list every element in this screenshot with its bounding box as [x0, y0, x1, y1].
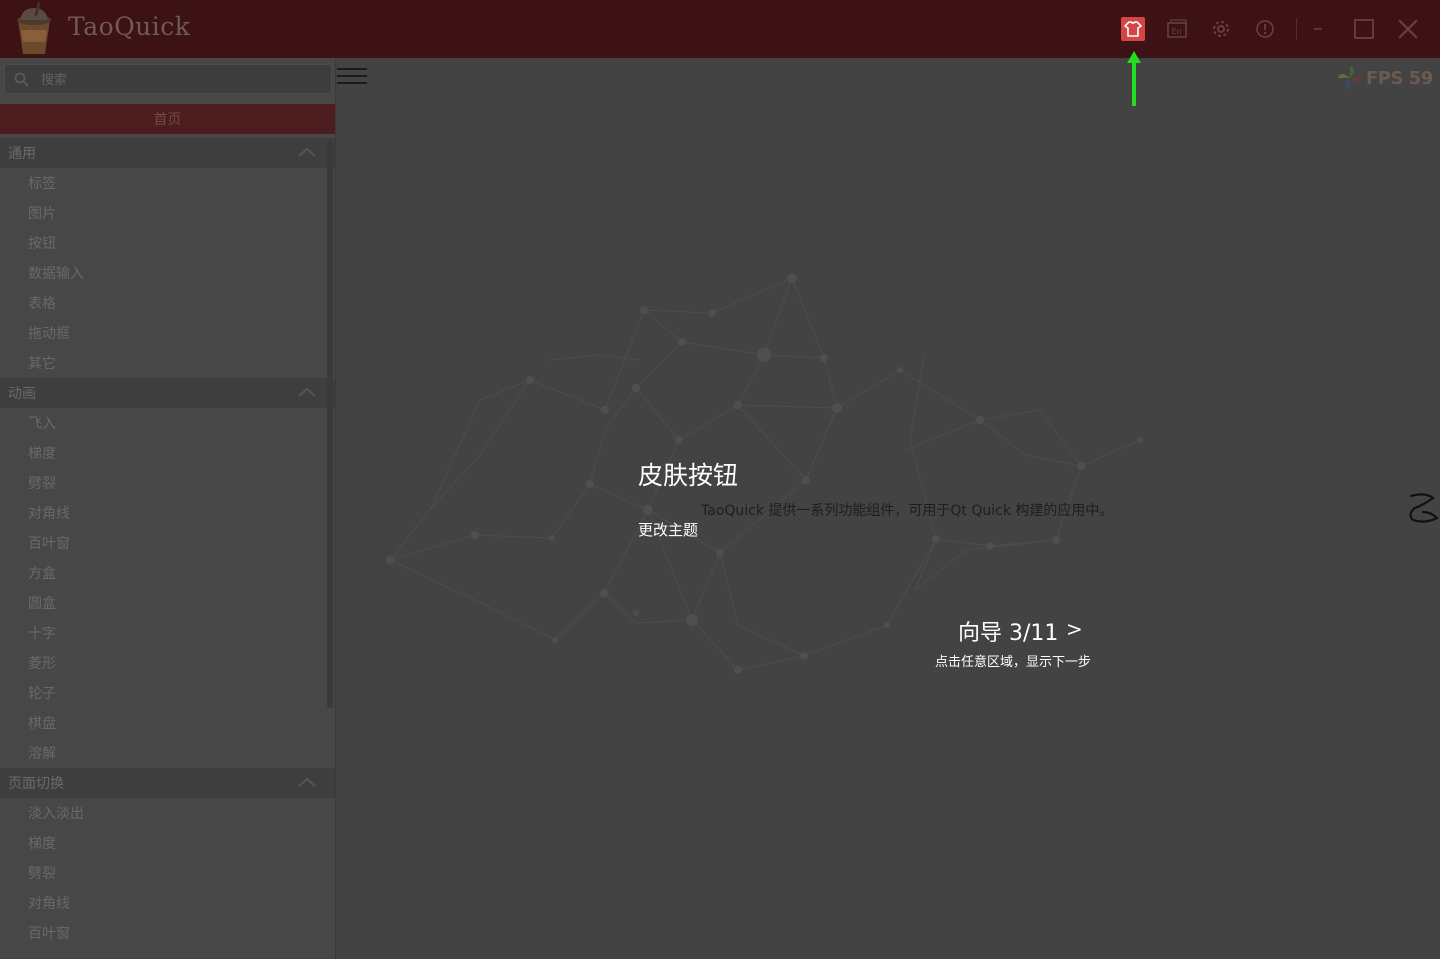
sidebar-menu: 通用 标签 图片 按钮 数据输入 表格 拖动框 其它 动画 飞入 梯度 劈裂 对… — [0, 138, 335, 948]
sidebar-scrollbar[interactable] — [327, 138, 333, 708]
hamburger-bar — [337, 82, 367, 84]
settings-button[interactable] — [1206, 14, 1236, 44]
sidebar-item[interactable]: 圆盒 — [0, 588, 335, 618]
svg-text:En: En — [1172, 27, 1182, 36]
sidebar-item[interactable]: 对角线 — [0, 498, 335, 528]
group-title: 页面切换 — [8, 776, 64, 792]
language-icon: En — [1167, 19, 1187, 38]
group-header-animation[interactable]: 动画 — [0, 378, 335, 408]
floating-ribbon-icon[interactable] — [1405, 490, 1440, 526]
guide-hint: 点击任意区域，显示下一步 — [935, 655, 1092, 670]
sidebar-item[interactable]: 表格 — [0, 288, 335, 318]
maximize-button[interactable] — [1349, 14, 1379, 44]
sidebar-item[interactable]: 百叶窗 — [0, 918, 335, 948]
sidebar-item[interactable]: 数据输入 — [0, 258, 335, 288]
minimize-button[interactable] — [1305, 14, 1335, 44]
sidebar-item[interactable]: 劈裂 — [0, 858, 335, 888]
sidebar-item[interactable]: 方盒 — [0, 558, 335, 588]
fps-label: FPS 59 — [1366, 67, 1433, 89]
sidebar-item[interactable]: 其它 — [0, 348, 335, 378]
title-bar: TaoQuick En — [0, 0, 1440, 58]
group-title: 通用 — [8, 146, 36, 162]
group-title: 动画 — [8, 386, 36, 402]
skin-button[interactable] — [1118, 14, 1148, 44]
sidebar-item-home[interactable]: 首页 — [0, 104, 335, 134]
sidebar: 首页 通用 标签 图片 按钮 数据输入 表格 拖动框 其它 动画 飞入 梯度 劈… — [0, 58, 336, 959]
guide-arrow-icon — [1127, 51, 1141, 106]
sidebar-item[interactable]: 溶解 — [0, 738, 335, 768]
guide-description: TaoQuick 提供一系列功能组件，可用于Qt Quick 构建的应用中。 — [701, 503, 1114, 519]
sidebar-item[interactable]: 按钮 — [0, 228, 335, 258]
skin-icon — [1121, 17, 1145, 41]
sidebar-item[interactable]: 对角线 — [0, 888, 335, 918]
network-background — [386, 273, 1143, 674]
sidebar-item[interactable]: 淡入淡出 — [0, 798, 335, 828]
sidebar-item[interactable]: 百叶窗 — [0, 528, 335, 558]
sidebar-item[interactable]: 飞入 — [0, 408, 335, 438]
search-box — [4, 64, 332, 94]
sidebar-item[interactable]: 图片 — [0, 198, 335, 228]
close-icon — [1398, 19, 1418, 39]
sidebar-item[interactable]: 标签 — [0, 168, 335, 198]
chevron-up-icon — [298, 777, 316, 787]
guide-next-button[interactable]: > — [1066, 617, 1083, 641]
group-header-page-transition[interactable]: 页面切换 — [0, 768, 335, 798]
sidebar-item[interactable]: 梯度 — [0, 828, 335, 858]
language-button[interactable]: En — [1162, 14, 1192, 44]
maximize-icon — [1354, 19, 1374, 39]
sidebar-item[interactable]: 拖动框 — [0, 318, 335, 348]
group-header-general[interactable]: 通用 — [0, 138, 335, 168]
sidebar-item[interactable]: 劈裂 — [0, 468, 335, 498]
search-input[interactable] — [39, 68, 323, 92]
info-button[interactable] — [1250, 14, 1280, 44]
sidebar-item[interactable]: 梯度 — [0, 438, 335, 468]
info-icon — [1256, 20, 1274, 38]
guide-detail-label: 更改主题 — [638, 521, 699, 539]
chevron-up-icon — [298, 147, 316, 157]
fps-indicator: FPS 59 — [1336, 64, 1433, 92]
sidebar-item[interactable]: 十字 — [0, 618, 335, 648]
hamburger-bar — [337, 75, 367, 77]
minimize-icon — [1314, 28, 1322, 30]
sidebar-item[interactable]: 棋盘 — [0, 708, 335, 738]
titlebar-divider — [1296, 18, 1297, 40]
guide-step-counter: 向导 3/11 — [958, 621, 1059, 646]
search-icon — [14, 72, 29, 87]
app-logo-icon — [17, 2, 51, 54]
hamburger-bar — [337, 68, 367, 70]
menu-toggle-button[interactable] — [337, 64, 367, 92]
app-title: TaoQuick — [68, 12, 191, 41]
sidebar-item[interactable]: 轮子 — [0, 678, 335, 708]
settings-icon — [1213, 21, 1229, 37]
chevron-up-icon — [298, 387, 316, 397]
guide-title: 皮肤按钮 — [638, 461, 739, 490]
sidebar-item[interactable]: 菱形 — [0, 648, 335, 678]
pinwheel-icon — [1338, 66, 1362, 90]
close-button[interactable] — [1393, 14, 1423, 44]
